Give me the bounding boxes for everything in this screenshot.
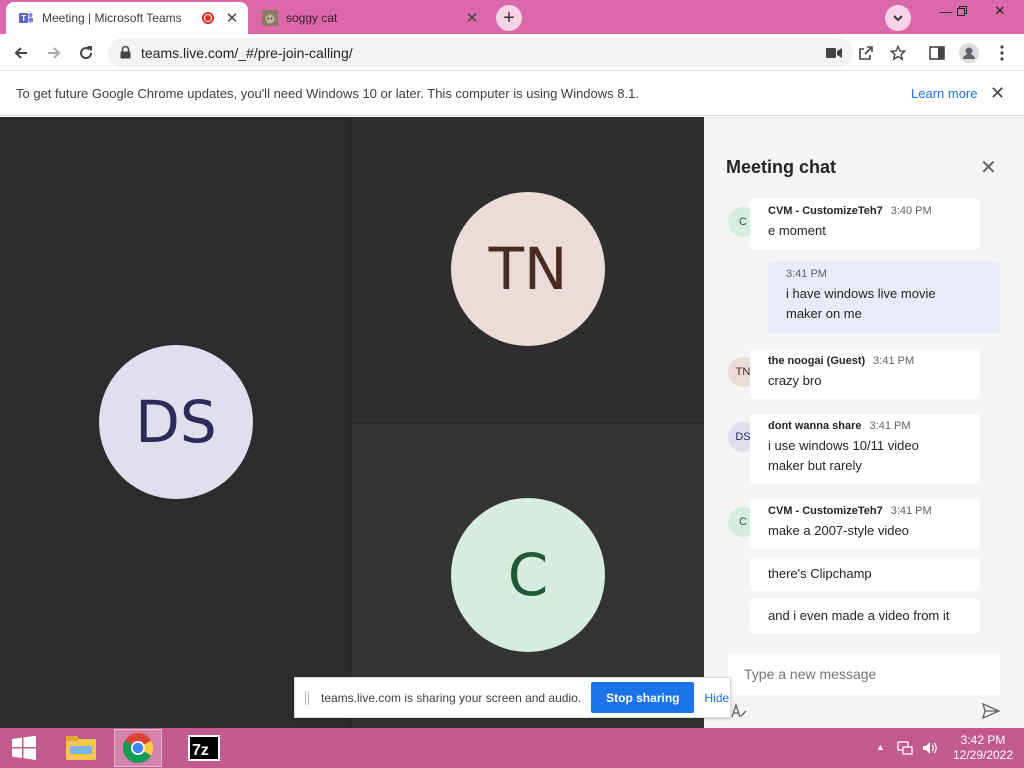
new-tab-button[interactable]: +	[496, 5, 522, 31]
bookmark-star-icon[interactable]	[887, 42, 909, 64]
windows-taskbar: 7z ▲ 3:42 PM 12/29/2022	[0, 728, 1024, 768]
message-text: maker but rarely	[768, 458, 862, 473]
message-text: make a 2007-style video	[768, 523, 909, 538]
message-text: there's Clipchamp	[768, 566, 872, 581]
back-button[interactable]	[8, 40, 34, 66]
message-compose-box[interactable]	[728, 653, 1000, 695]
share-icon[interactable]	[855, 42, 877, 64]
browser-tab-bar: T Meeting | Microsoft Teams ✕ soggy cat …	[0, 0, 1024, 34]
participant-avatar: C	[451, 498, 605, 652]
infobar-message: To get future Google Chrome updates, you…	[16, 86, 639, 101]
tab-teams-meeting[interactable]: T Meeting | Microsoft Teams ✕	[6, 2, 248, 34]
side-panel-icon[interactable]	[926, 42, 948, 64]
message-time: 3:41 PM	[786, 268, 827, 280]
teams-icon: T	[19, 13, 33, 23]
network-icon[interactable]	[897, 740, 913, 761]
chat-message[interactable]: there's Clipchamp	[750, 557, 980, 591]
tab-search-button[interactable]	[885, 5, 911, 31]
message-text: crazy bro	[768, 373, 822, 388]
tab-close-icon[interactable]: ✕	[222, 8, 242, 28]
screen-share-bar: teams.live.com is sharing your screen an…	[294, 677, 731, 718]
tab-title: Meeting | Microsoft Teams	[42, 11, 182, 25]
browser-toolbar: teams.live.com/_#/pre-join-calling/	[0, 34, 1024, 71]
participant-avatar: DS	[99, 345, 253, 499]
clock-date: 12/29/2022	[952, 748, 1014, 762]
chat-message[interactable]: the noogai (Guest) 3:41 PM crazy bro	[750, 349, 980, 399]
message-author: dont wanna share	[768, 420, 862, 432]
clock-time: 3:42 PM	[960, 733, 1006, 747]
stop-sharing-button[interactable]: Stop sharing	[591, 682, 695, 713]
hide-button[interactable]: Hide	[704, 691, 729, 705]
profile-avatar-icon[interactable]	[958, 42, 980, 64]
infobar-close-icon[interactable]: ✕	[990, 83, 1005, 104]
7zip-icon[interactable]: 7z	[180, 729, 228, 767]
tab-close-icon[interactable]: ✕	[462, 8, 482, 28]
message-text: e moment	[768, 223, 826, 238]
file-explorer-icon[interactable]	[57, 729, 105, 767]
svg-text:T: T	[21, 14, 26, 23]
message-author: the noogai (Guest)	[768, 355, 866, 367]
chat-message[interactable]: CVM - CustomizeTeh7 3:40 PM e moment	[750, 199, 980, 249]
meeting-chat-panel: Meeting chat ✕ C CVM - CustomizeTeh7 3:40…	[704, 117, 1024, 728]
chat-message-self[interactable]: 3:41 PM i have windows live movie maker …	[768, 262, 1000, 334]
url-text: teams.live.com/_#/pre-join-calling/	[141, 44, 353, 61]
learn-more-link[interactable]: Learn more	[911, 86, 977, 101]
show-hidden-icons-icon[interactable]: ▲	[876, 742, 885, 752]
message-time: 3:40 PM	[890, 205, 932, 217]
tab-title: soggy cat	[286, 11, 338, 25]
close-window-button[interactable]: ✕	[984, 0, 1016, 22]
cat-thumbnail-icon	[262, 10, 278, 26]
message-time: 3:41 PM	[890, 505, 932, 517]
lock-icon	[120, 46, 131, 59]
participant-tile-ds: DS	[0, 117, 350, 728]
participant-tile-tn: TN	[352, 117, 704, 422]
taskbar-clock[interactable]: 3:42 PM 12/29/2022	[946, 733, 1020, 763]
restore-icon	[957, 6, 967, 16]
svg-text:7z: 7z	[192, 742, 209, 759]
message-time: 3:41 PM	[873, 355, 915, 367]
message-author: CVM - CustomizeTeh7	[768, 205, 883, 217]
message-text: maker on me	[786, 306, 862, 321]
recording-indicator-icon	[202, 12, 214, 24]
message-text: and i even made a video from it	[768, 608, 950, 623]
chat-message[interactable]: dont wanna share 3:41 PM i use windows 10…	[750, 414, 980, 484]
restore-button[interactable]	[946, 0, 978, 22]
chevron-down-icon	[893, 15, 903, 22]
arrow-left-icon	[14, 47, 27, 59]
address-bar[interactable]: teams.live.com/_#/pre-join-calling/	[108, 38, 853, 67]
close-chat-icon[interactable]: ✕	[980, 155, 997, 180]
message-text: i have windows live movie	[786, 286, 936, 301]
message-author: CVM - CustomizeTeh7	[768, 505, 883, 517]
participant-avatar: TN	[451, 192, 605, 346]
volume-icon[interactable]	[921, 740, 937, 761]
send-icon[interactable]	[981, 702, 1001, 724]
reload-button[interactable]	[73, 40, 99, 66]
chat-message[interactable]: CVM - CustomizeTeh7 3:41 PM make a 2007-s…	[750, 499, 980, 549]
chrome-icon[interactable]	[114, 729, 162, 767]
arrow-right-icon	[48, 47, 61, 59]
message-text: i use windows 10/11 video	[768, 438, 919, 453]
meeting-stage: DS TN C	[0, 117, 704, 728]
reload-icon	[80, 46, 93, 60]
drag-handle-icon[interactable]	[305, 690, 309, 705]
start-icon[interactable]	[0, 729, 48, 767]
share-message: teams.live.com is sharing your screen an…	[321, 690, 582, 705]
camera-in-use-icon[interactable]	[823, 42, 845, 64]
tab-soggy-cat[interactable]: soggy cat ✕	[250, 2, 488, 34]
chrome-menu-icon[interactable]	[991, 42, 1013, 64]
message-time: 3:41 PM	[869, 420, 911, 432]
chrome-update-infobar: To get future Google Chrome updates, you…	[0, 72, 1024, 116]
chat-title: Meeting chat	[726, 157, 837, 177]
message-input[interactable]	[744, 666, 974, 682]
format-icon[interactable]	[730, 702, 748, 724]
chat-message[interactable]: and i even made a video from it	[750, 599, 980, 633]
forward-button[interactable]	[41, 40, 67, 66]
